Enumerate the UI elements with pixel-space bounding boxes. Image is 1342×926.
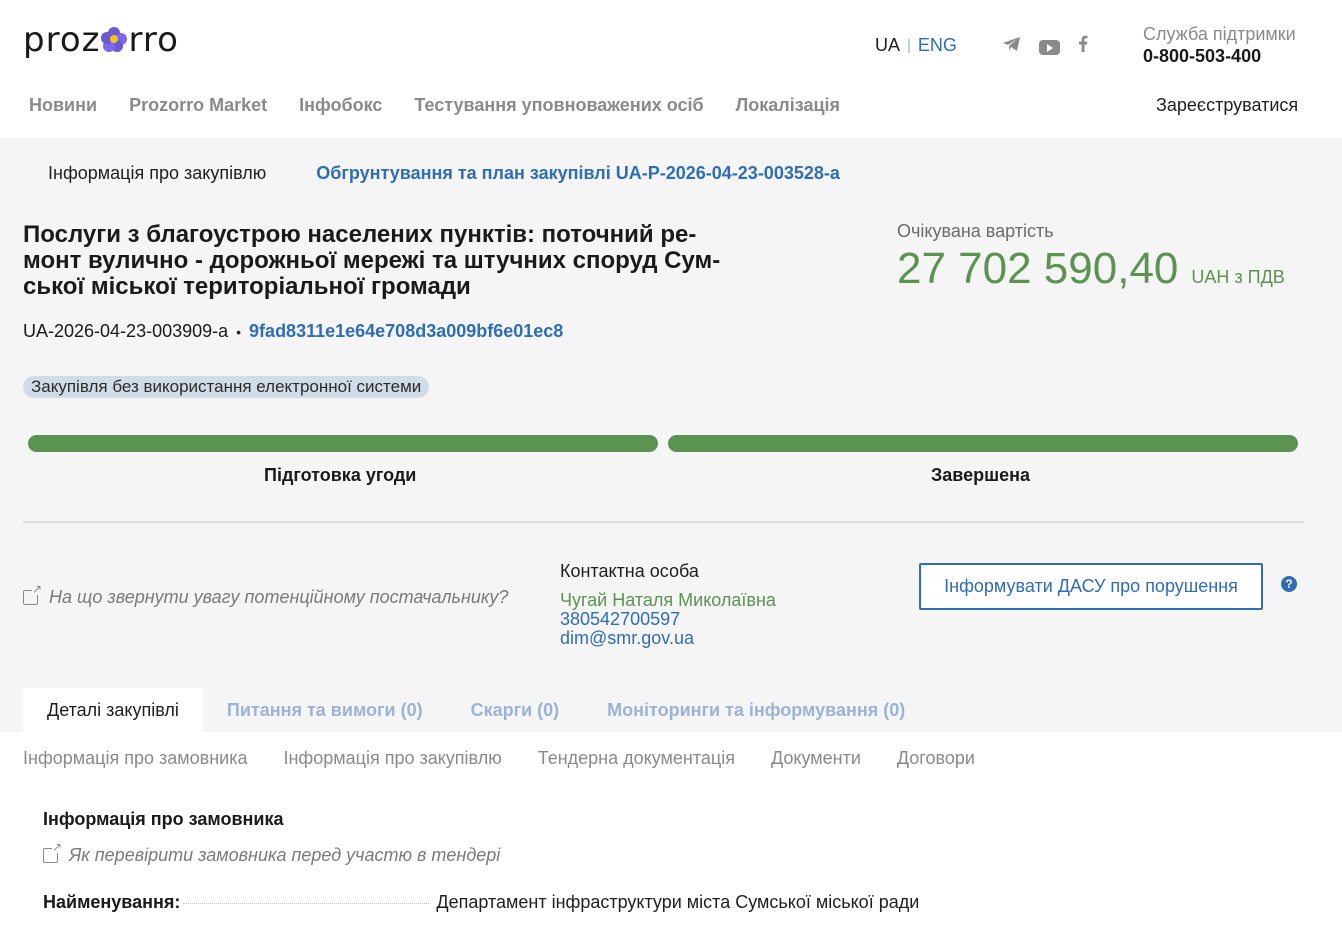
social-links [1002,35,1088,57]
contact-email[interactable]: dim@smr.gov.ua [560,629,776,648]
contact-person: Контактна особа Чугай Наталя Миколаївна … [560,562,776,648]
section-link-customer[interactable]: Інформація про замовника [23,748,247,769]
expected-value: 27 702 590,40 UAH з ПДВ [897,244,1285,294]
language-switcher: UA | ENG [875,35,957,56]
prozorro-logo[interactable]: proz rro [23,20,179,60]
customer-check-link[interactable]: Як перевірити замовника перед участю в т… [43,841,501,866]
tender-id: UA-2026-04-23-003909-a [23,321,229,341]
main-nav: Новини Prozorro Market Інфобокс Тестуван… [29,95,872,116]
report-dasu-button[interactable]: Інформувати ДАСУ про порушення [919,563,1263,610]
nav-item-infobox[interactable]: Інфобокс [299,95,382,116]
tab-details[interactable]: Деталі закупівлі [23,688,203,732]
lang-separator: | [907,37,911,54]
divider [23,521,1304,523]
tender-title-line: ської міської територіальної громади [23,273,471,300]
tab-monitoring[interactable]: Моніторинги та інформування (0) [583,688,929,732]
id-separator: • [236,323,242,340]
procurement-type-badge: Закупівля без використання електронної с… [23,376,430,398]
customer-name-key: Найменування: [43,892,181,912]
customer-section-title: Інформація про замовника [43,809,284,829]
support-label: Служба підтримки [1143,24,1296,44]
supplier-hint-link[interactable]: На що звернути увагу потенційному постач… [23,583,509,608]
facebook-icon[interactable] [1078,35,1088,57]
contact-label: Контактна особа [560,561,699,581]
stage-label-preparation: Підготовка угоди [264,465,417,485]
youtube-icon[interactable] [1039,39,1060,55]
progress-bar-stage-2 [668,435,1298,452]
external-link-icon [23,583,42,605]
section-link-contracts[interactable]: Договори [897,748,975,769]
site-header: proz rro UA | ENG Служба підтримки 0-800… [0,0,1342,138]
stage-label-complete: Завершена [931,465,1031,485]
details-tabs: Деталі закупівлі Питання та вимоги (0) С… [23,688,929,732]
customer-name-value: Департамент інфраструктури міста Сумсько… [436,892,920,912]
expected-value-currency: UAH з ПДВ [1191,267,1285,287]
supplier-hint-text: На що звернути увагу потенційному постач… [49,587,509,607]
flower-logo-icon [101,27,128,53]
tab-questions[interactable]: Питання та вимоги (0) [203,688,447,732]
customer-name-row: Найменування: Департамент інфраструктури… [43,892,943,913]
tender-title: Послуги з благоустрою населених пунктів:… [23,222,783,300]
contact-name: Чугай Наталя Миколаївна [560,590,776,610]
tab-tender-info[interactable]: Інформація про закупівлю [48,163,266,184]
support-phone[interactable]: 0-800-503-400 [1143,46,1296,67]
lang-ua[interactable]: UA [875,35,900,56]
support-block: Служба підтримки 0-800-503-400 [1143,24,1296,67]
tender-subtabs: Інформація про закупівлю Обгрунтування т… [48,163,840,184]
contact-phone[interactable]: 380542700597 [560,610,776,629]
nav-item-localization[interactable]: Локалізація [736,95,840,116]
dotted-leader [183,903,430,904]
tender-title-line: монт вулично - дорожньої мережі та штучн… [23,247,721,274]
section-link-tender-docs[interactable]: Тендерна документація [538,748,735,769]
tab-complaints[interactable]: Скарги (0) [447,688,584,732]
nav-item-testing[interactable]: Тестування уповноважених осіб [414,95,703,116]
expected-value-amount: 27 702 590,40 [897,244,1179,293]
progress-bar-stage-1 [28,435,658,452]
nav-item-news[interactable]: Новини [29,95,97,116]
expected-value-label: Очікувана вартість [897,221,1054,241]
lang-eng[interactable]: ENG [918,35,957,56]
external-link-icon [43,841,62,863]
section-link-procurement[interactable]: Інформація про закупівлю [283,748,501,769]
tender-title-line: Послуги з благоустрою населених пунктів:… [23,221,697,248]
section-link-documents[interactable]: Документи [771,748,861,769]
customer-check-text: Як перевірити замовника перед участю в т… [69,845,501,865]
telegram-icon[interactable] [1002,36,1021,57]
tender-hash-link[interactable]: 9fad8311e1e64e708d3a009bf6e01ec8 [249,321,563,342]
section-nav: Інформація про замовника Інформація про … [23,748,1011,769]
nav-item-market[interactable]: Prozorro Market [129,95,267,116]
help-icon[interactable]: ? [1281,576,1297,592]
tender-identifiers: UA-2026-04-23-003909-a • 9fad8311e1e64e7… [23,321,563,342]
plan-link[interactable]: Обгрунтування та план закупівлі UA-P-202… [316,163,840,184]
logo-text-left: proz [23,20,101,60]
logo-text-right: rro [128,20,179,60]
register-link[interactable]: Зареєструватися [1156,95,1298,116]
